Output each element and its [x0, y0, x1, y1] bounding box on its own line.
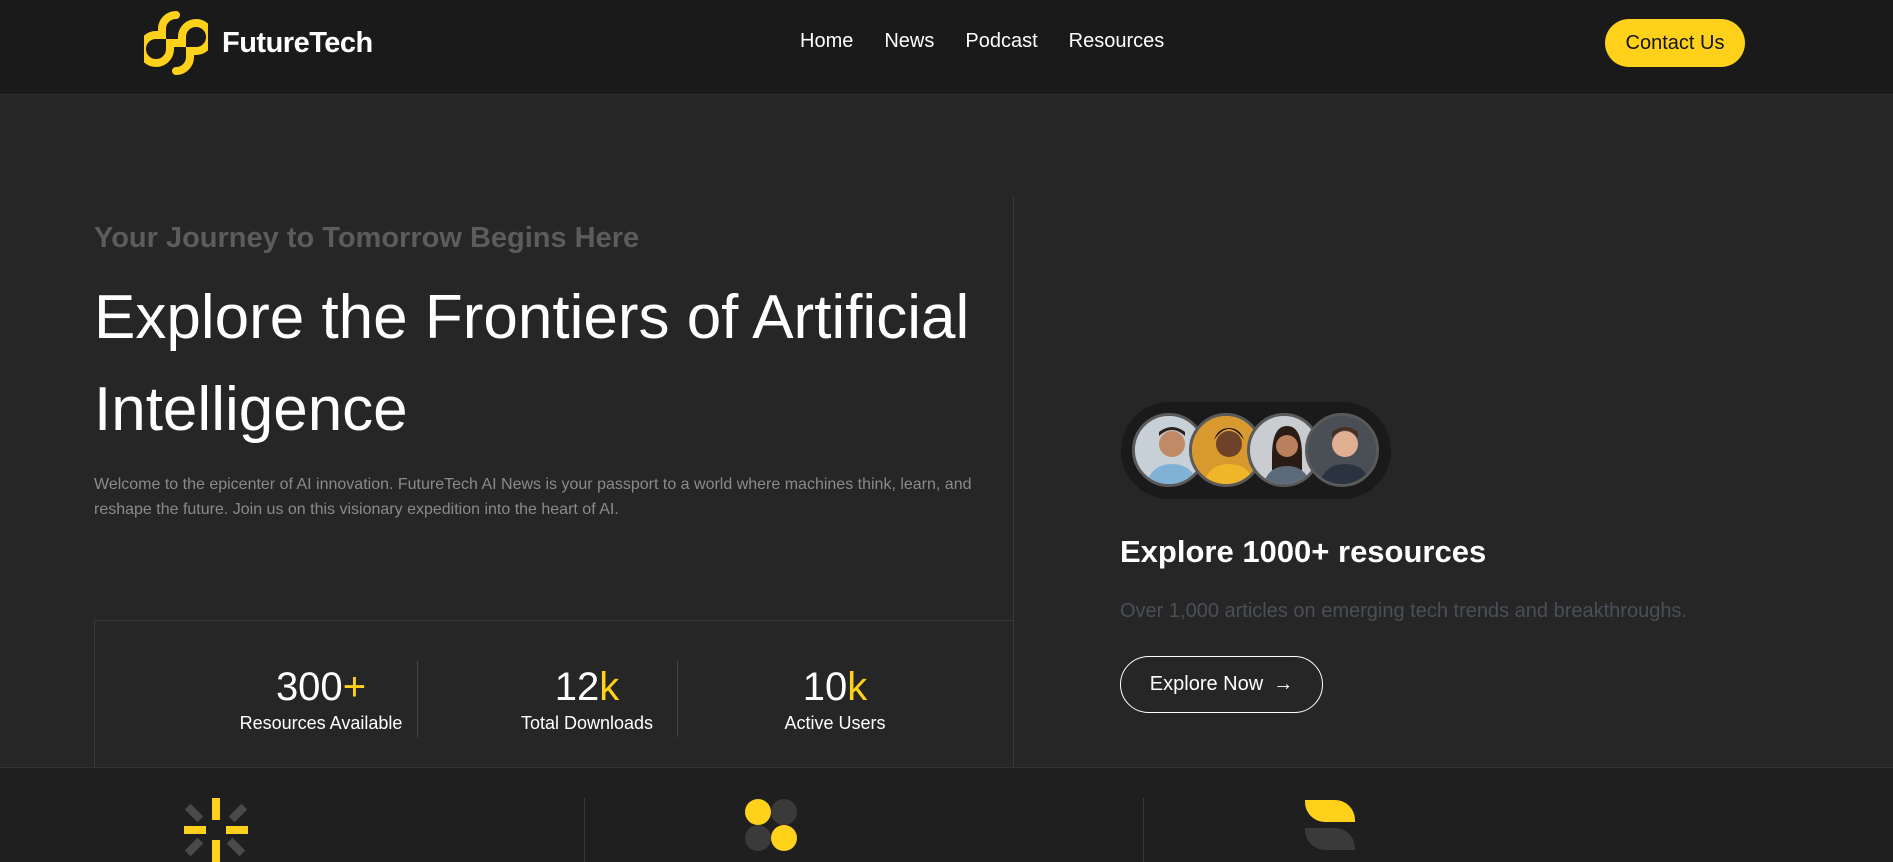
stat-divider — [417, 661, 418, 737]
stat-label: Active Users — [784, 713, 886, 733]
feature-divider — [584, 798, 585, 862]
logo[interactable]: FutureTech — [144, 10, 373, 76]
hero-headline: Explore the Frontiers of Artificial Inte… — [94, 283, 970, 444]
stat-resources: 300+ Resources Available — [235, 665, 407, 734]
sparkle-icon — [184, 798, 248, 862]
person-icon — [1308, 416, 1376, 484]
site-header: FutureTech Home News Podcast Resources C… — [0, 0, 1893, 95]
futuretech-logo-icon — [144, 11, 208, 75]
avatar — [1305, 413, 1379, 487]
resources-title: Explore 1000+ resources — [1120, 534, 1487, 569]
stats-panel: 300+ Resources Available 12k Total Downl… — [94, 620, 1014, 767]
explore-now-button[interactable]: Explore Now → — [1120, 656, 1323, 713]
feature-divider — [1143, 798, 1144, 862]
nav-news[interactable]: News — [884, 30, 934, 53]
nav-podcast[interactable]: Podcast — [965, 30, 1037, 53]
features-strip — [0, 767, 1893, 862]
stat-label: Resources Available — [239, 713, 403, 733]
contact-us-button[interactable]: Contact Us — [1605, 19, 1745, 67]
nav-home[interactable]: Home — [800, 30, 853, 53]
stat-downloads: 12k Total Downloads — [507, 665, 667, 734]
arrow-right-icon: → — [1273, 673, 1294, 695]
main-nav: Home News Podcast Resources — [800, 30, 1164, 53]
blob-cluster-icon — [745, 799, 797, 851]
stat-value: 300+ — [275, 665, 367, 709]
resources-subtitle: Over 1,000 articles on emerging tech tre… — [1120, 600, 1687, 622]
leaf-icon — [1305, 800, 1355, 850]
explore-now-label: Explore Now — [1149, 673, 1264, 695]
stat-label: Total Downloads — [520, 713, 654, 733]
avatar-group — [1121, 402, 1391, 499]
stat-users: 10k Active Users — [770, 665, 900, 734]
hero-intro: Welcome to the epicenter of AI innovatio… — [94, 476, 972, 518]
stat-value: 12k — [554, 665, 620, 709]
stat-divider — [677, 661, 678, 737]
hero-tagline: Your Journey to Tomorrow Begins Here — [94, 222, 640, 254]
logo-text: FutureTech — [222, 26, 373, 59]
stat-value: 10k — [802, 665, 868, 709]
nav-resources[interactable]: Resources — [1069, 30, 1165, 53]
page: FutureTech Home News Podcast Resources C… — [0, 0, 1893, 862]
